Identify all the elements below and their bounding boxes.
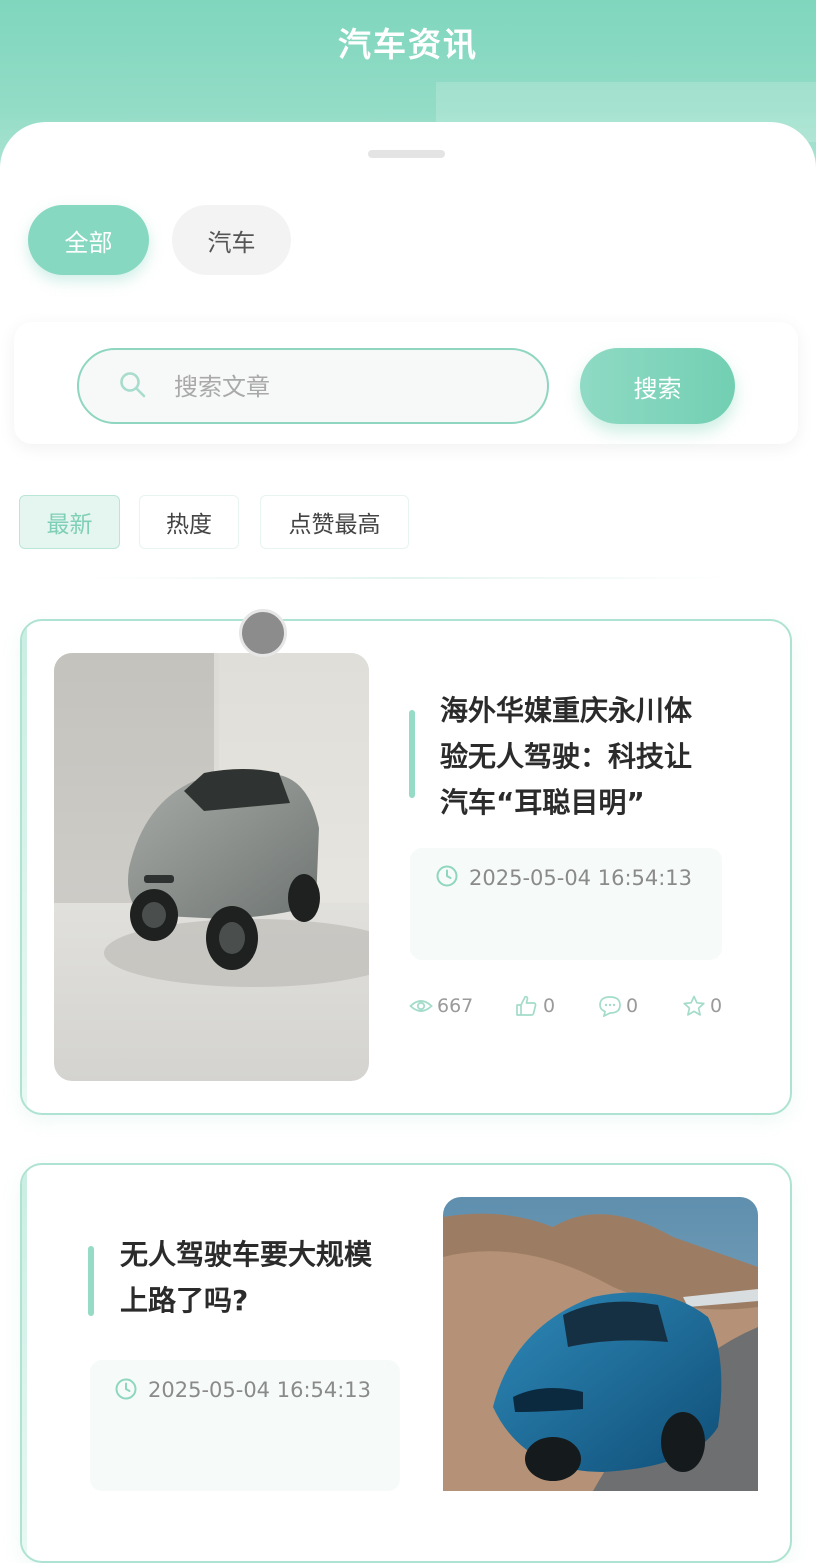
clock-icon [115, 1378, 137, 1400]
eye-icon [409, 1000, 433, 1012]
article-title-line: 汽车“耳聪目明” [440, 786, 645, 819]
article-title-line: 海外华媒重庆永川体 [440, 694, 693, 727]
like-count-value: 0 [543, 995, 556, 1017]
article-title-line: 验无人驾驶：科技让 [440, 740, 693, 773]
title-accent-bar [409, 710, 415, 798]
sort-tab-most-liked[interactable]: 点赞最高 [260, 495, 409, 549]
article-thumbnail[interactable] [443, 1197, 758, 1491]
star-icon [683, 995, 705, 1016]
comment-count[interactable]: 0 [598, 993, 638, 1019]
article-title[interactable]: 无人驾驶车要大规模 上路了吗? [120, 1232, 420, 1324]
view-count-value: 667 [437, 995, 474, 1017]
article-title-line: 无人驾驶车要大规模 [120, 1238, 373, 1271]
sort-tab-latest[interactable]: 最新 [19, 495, 120, 549]
thumbs-up-icon [516, 995, 537, 1016]
publish-time: 2025-05-04 16:54:13 [148, 1378, 372, 1402]
comment-icon [599, 996, 621, 1017]
category-tab-car[interactable]: 汽车 [172, 205, 291, 275]
publish-time: 2025-05-04 16:54:13 [469, 866, 693, 890]
article-thumbnail[interactable] [54, 653, 369, 1081]
title-accent-bar [88, 1246, 94, 1316]
search-button[interactable]: 搜索 [580, 348, 735, 424]
clock-icon [436, 865, 458, 887]
comment-count-value: 0 [626, 995, 639, 1017]
search-input[interactable] [172, 364, 536, 410]
divider [88, 577, 728, 579]
category-tab-all[interactable]: 全部 [28, 205, 149, 275]
search-icon [120, 372, 146, 398]
view-count: 667 [409, 993, 473, 1019]
drag-handle[interactable] [368, 150, 445, 158]
article-title[interactable]: 海外华媒重庆永川体 验无人驾驶：科技让 汽车“耳聪目明” [440, 688, 740, 826]
touch-indicator [239, 609, 287, 657]
article-title-line: 上路了吗? [120, 1284, 249, 1317]
sort-tab-popularity[interactable]: 热度 [139, 495, 239, 549]
favorite-count[interactable]: 0 [682, 993, 722, 1019]
like-count[interactable]: 0 [515, 993, 555, 1019]
page-title: 汽车资讯 [338, 25, 478, 64]
favorite-count-value: 0 [710, 995, 723, 1017]
